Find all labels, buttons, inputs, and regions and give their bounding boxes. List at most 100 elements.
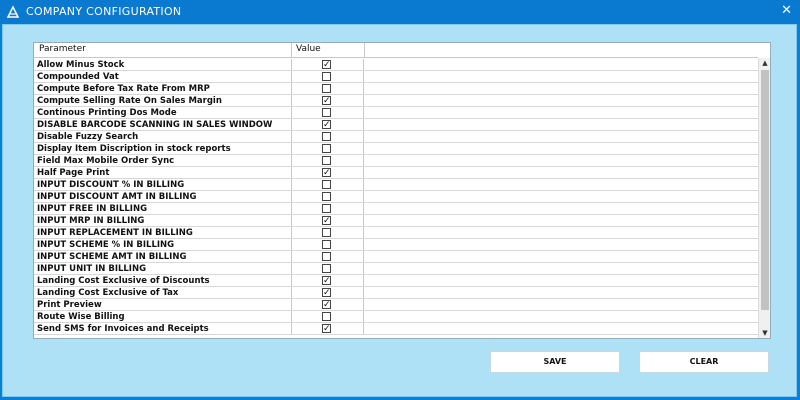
vertical-scrollbar[interactable]: ▲ ▼ [758,58,770,338]
parameter-label: INPUT MRP IN BILLING [37,216,145,226]
parameter-label: DISABLE BARCODE SCANNING IN SALES WINDOW [37,120,273,130]
table-row[interactable]: Route Wise Billing [34,311,758,323]
value-cell [291,179,364,190]
table-row[interactable]: Half Page Print ✓ [34,167,758,179]
value-cell [291,131,364,142]
column-divider[interactable] [364,43,365,58]
close-icon[interactable]: ✕ [781,3,792,18]
checkbox-checked[interactable]: ✓ [322,120,331,130]
value-cell [291,239,364,250]
grid-header: Parameter Value [34,43,758,58]
checkbox-unchecked[interactable] [322,72,331,81]
table-row[interactable]: Send SMS for Invoices and Receipts ✓ [34,323,758,335]
value-cell: ✓ [291,167,364,178]
checkbox-unchecked[interactable] [322,156,331,165]
parameter-label: INPUT UNIT IN BILLING [37,264,147,274]
checkbox-unchecked[interactable] [322,108,331,117]
parameter-label: INPUT REPLACEMENT IN BILLING [37,228,193,238]
table-row[interactable]: INPUT MRP IN BILLING ✓ [34,215,758,227]
value-cell: ✓ [291,275,364,286]
parameter-label: Compute Before Tax Rate From MRP [37,84,210,94]
table-row[interactable]: Landing Cost Exclusive of Discounts ✓ [34,275,758,287]
table-row[interactable]: Compute Before Tax Rate From MRP [34,83,758,95]
table-row[interactable]: INPUT UNIT IN BILLING [34,263,758,275]
checkbox-unchecked[interactable] [322,264,331,273]
parameter-label: Print Preview [37,300,102,310]
value-cell [291,83,364,94]
checkbox-checked[interactable]: ✓ [322,216,331,226]
value-cell [291,107,364,118]
table-row[interactable]: Field Max Mobile Order Sync [34,155,758,167]
table-row[interactable]: INPUT FREE IN BILLING [34,203,758,215]
checkbox-unchecked[interactable] [322,204,331,213]
parameter-label: Continous Printing Dos Mode [37,108,177,118]
checkbox-checked[interactable]: ✓ [322,300,331,310]
checkmark-icon: ✓ [323,168,331,178]
save-button[interactable]: SAVE [490,351,620,373]
value-cell: ✓ [291,59,364,70]
checkmark-icon: ✓ [323,324,331,334]
value-cell [291,143,364,154]
value-cell [291,155,364,166]
parameter-label: Route Wise Billing [37,312,125,322]
checkbox-unchecked[interactable] [322,192,331,201]
checkmark-icon: ✓ [323,276,331,286]
checkbox-checked[interactable]: ✓ [322,324,331,334]
checkbox-unchecked[interactable] [322,180,331,189]
checkmark-icon: ✓ [323,288,331,298]
parameter-label: Landing Cost Exclusive of Tax [37,288,179,298]
checkbox-unchecked[interactable] [322,228,331,237]
checkmark-icon: ✓ [323,96,331,106]
checkbox-checked[interactable]: ✓ [322,60,331,70]
value-cell: ✓ [291,287,364,298]
parameter-label: Disable Fuzzy Search [37,132,139,142]
table-row[interactable]: INPUT SCHEME % IN BILLING [34,239,758,251]
clear-button[interactable]: CLEAR [639,351,769,373]
checkmark-icon: ✓ [323,120,331,130]
parameter-label: INPUT FREE IN BILLING [37,204,148,214]
checkbox-unchecked[interactable] [322,84,331,93]
parameter-grid: Parameter Value Allow Minus Stock ✓ Compou… [33,42,771,339]
scroll-down-icon[interactable]: ▼ [759,328,770,338]
table-row[interactable]: DISABLE BARCODE SCANNING IN SALES WINDOW… [34,119,758,131]
scroll-up-icon[interactable]: ▲ [759,58,770,68]
table-row[interactable]: Landing Cost Exclusive of Tax ✓ [34,287,758,299]
parameter-label: INPUT DISCOUNT AMT IN BILLING [37,192,197,202]
table-row[interactable]: INPUT REPLACEMENT IN BILLING [34,227,758,239]
checkbox-checked[interactable]: ✓ [322,288,331,298]
checkbox-unchecked[interactable] [322,240,331,249]
table-row[interactable]: Compute Selling Rate On Sales Margin ✓ [34,95,758,107]
value-cell [291,71,364,82]
column-header-value[interactable]: Value [296,44,321,54]
column-header-parameter[interactable]: Parameter [39,44,86,54]
parameter-label: Landing Cost Exclusive of Discounts [37,276,210,286]
table-row[interactable]: Continous Printing Dos Mode [34,107,758,119]
column-divider[interactable] [291,43,292,58]
parameter-label: Compute Selling Rate On Sales Margin [37,96,222,106]
table-row[interactable]: INPUT SCHEME AMT IN BILLING [34,251,758,263]
parameter-label: Field Max Mobile Order Sync [37,156,175,166]
table-row[interactable]: Compounded Vat [34,71,758,83]
checkbox-unchecked[interactable] [322,144,331,153]
checkmark-icon: ✓ [323,216,331,226]
value-cell: ✓ [291,299,364,310]
value-cell: ✓ [291,215,364,226]
table-row[interactable]: Disable Fuzzy Search [34,131,758,143]
checkbox-checked[interactable]: ✓ [322,276,331,286]
table-row[interactable]: Allow Minus Stock ✓ [34,59,758,71]
table-row[interactable]: Display Item Discription in stock report… [34,143,758,155]
table-row[interactable]: Print Preview ✓ [34,299,758,311]
checkmark-icon: ✓ [323,60,331,70]
checkbox-checked[interactable]: ✓ [322,168,331,178]
checkbox-unchecked[interactable] [322,132,331,141]
table-row[interactable]: INPUT DISCOUNT AMT IN BILLING [34,191,758,203]
scroll-thumb[interactable] [761,70,769,310]
value-cell: ✓ [291,323,364,334]
config-panel: Parameter Value Allow Minus Stock ✓ Compou… [2,24,797,397]
checkbox-checked[interactable]: ✓ [322,96,331,106]
checkbox-unchecked[interactable] [322,252,331,261]
parameter-label: Allow Minus Stock [37,60,125,70]
table-row[interactable]: INPUT DISCOUNT % IN BILLING [34,179,758,191]
checkbox-unchecked[interactable] [322,312,331,321]
parameter-label: Half Page Print [37,168,110,178]
